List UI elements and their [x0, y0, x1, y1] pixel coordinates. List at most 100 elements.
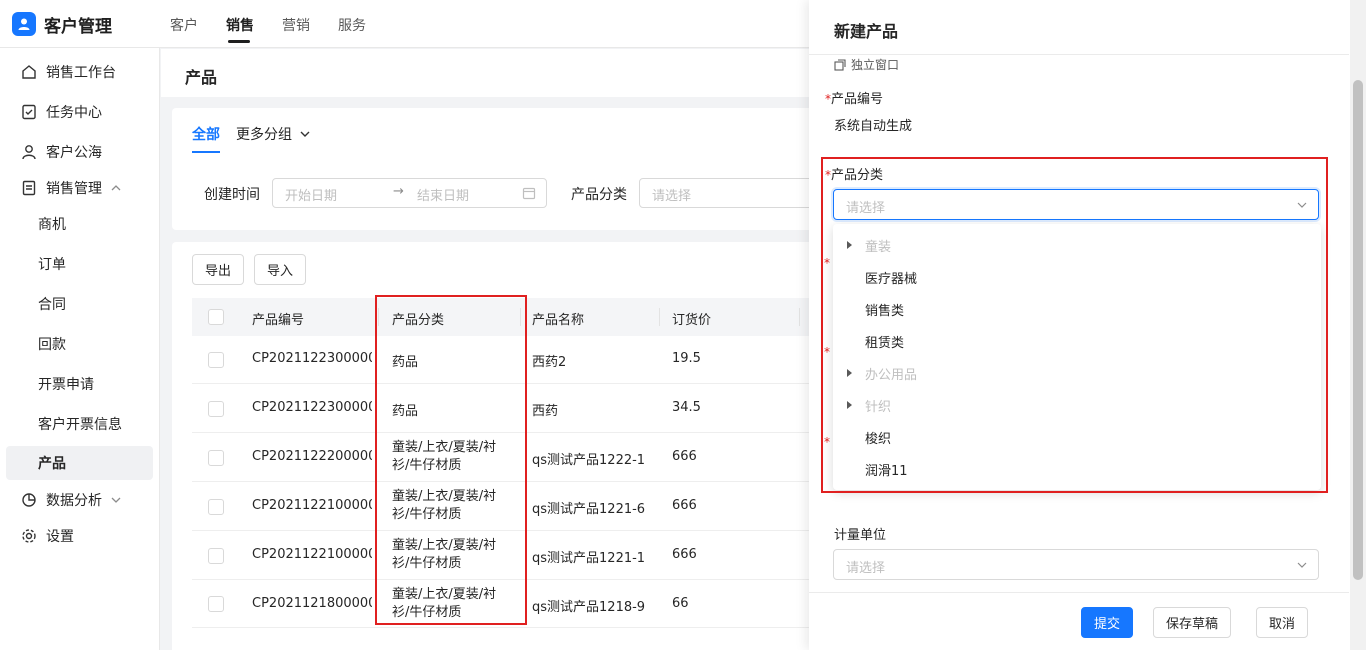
unit-select[interactable]: 请选择: [833, 549, 1319, 580]
sidebar-item-analytics[interactable]: 数据分析: [6, 483, 153, 517]
nav-tab-marketing[interactable]: 营销: [282, 15, 310, 35]
sidebar: 销售工作台 任务中心 客户公海 销售管理 商机 订单 合同 回款 开票申请 客户…: [0, 48, 160, 650]
start-date-input[interactable]: 开始日期: [285, 185, 337, 204]
product-code-label-text: 产品编号: [831, 92, 884, 107]
document-icon: [22, 180, 36, 196]
tab-more-label: 更多分组: [236, 127, 292, 143]
header-order-price[interactable]: 订货价: [672, 309, 711, 328]
product-code-label: *产品编号: [825, 88, 883, 107]
row-checkbox[interactable]: [208, 450, 224, 466]
table-header: 产品编号 产品分类 产品名称 订货价: [192, 298, 872, 336]
sidebar-item-orders[interactable]: 订单: [6, 247, 153, 281]
sidebar-item-payments[interactable]: 回款: [6, 327, 153, 361]
row-checkbox[interactable]: [208, 401, 224, 417]
cell-product-code: CP2021122100000014: [252, 547, 372, 562]
created-time-label: 创建时间: [204, 187, 260, 203]
row-checkbox[interactable]: [208, 499, 224, 515]
row-checkbox[interactable]: [208, 548, 224, 564]
sidebar-item-contracts[interactable]: 合同: [6, 287, 153, 321]
popout-window-button[interactable]: 独立窗口: [834, 56, 899, 73]
pie-chart-icon: [22, 493, 36, 507]
column-divider[interactable]: [659, 308, 660, 326]
cell-product-name[interactable]: qs测试产品1221-6: [532, 498, 652, 517]
sidebar-item-public-pool[interactable]: 客户公海: [6, 135, 153, 169]
tab-active-indicator: [192, 151, 220, 153]
column-divider[interactable]: [799, 308, 800, 326]
cell-product-name[interactable]: 西药2: [532, 351, 566, 370]
cell-product-name[interactable]: qs测试产品1221-1: [532, 547, 652, 566]
table-row[interactable]: CP2021122300000015 药品 西药2 19.5: [192, 336, 872, 384]
end-date-input[interactable]: 结束日期: [417, 185, 469, 204]
unit-placeholder: 请选择: [846, 561, 886, 576]
cell-product-name[interactable]: 西药: [532, 400, 558, 419]
product-code-value: 系统自动生成: [834, 119, 913, 134]
popout-icon: [834, 58, 846, 71]
category-filter-label: 产品分类: [571, 187, 627, 203]
table-row[interactable]: CP2021122100000014 童装/上衣/夏装/衬衫/牛仔材质 qs测试…: [192, 482, 872, 531]
row-checkbox[interactable]: [208, 352, 224, 368]
sidebar-item-label: 任务中心: [46, 105, 102, 121]
new-product-drawer: 新建产品 独立窗口 *产品编号 系统自动生成 *产品分类 请选择 * * * 童…: [809, 0, 1366, 650]
sidebar-item-label: 商机: [38, 217, 66, 233]
chevron-down-icon: [300, 131, 310, 137]
cell-product-name[interactable]: qs测试产品1218-9: [532, 596, 652, 615]
sidebar-item-settings[interactable]: 设置: [6, 519, 153, 553]
scrollbar-thumb[interactable]: [1353, 80, 1363, 580]
gear-icon: [22, 529, 36, 543]
cell-product-code: CP2021121800000014: [252, 596, 372, 611]
sidebar-item-workbench[interactable]: 销售工作台: [6, 55, 153, 89]
page-title: 产品: [185, 68, 218, 87]
cell-product-code: CP2021122300000015: [252, 351, 372, 366]
app-logo-icon: [12, 12, 36, 36]
popout-label: 独立窗口: [851, 58, 900, 72]
header-product-code[interactable]: 产品编号: [252, 309, 304, 328]
sidebar-item-label: 客户开票信息: [38, 417, 122, 433]
cancel-button[interactable]: 取消: [1256, 607, 1309, 638]
select-all-checkbox[interactable]: [208, 309, 224, 325]
sidebar-item-tasks[interactable]: 任务中心: [6, 95, 153, 129]
divider: [809, 592, 1349, 593]
table-row[interactable]: CP2021122100000014 童装/上衣/夏装/衬衫/牛仔材质 qs测试…: [192, 531, 872, 580]
sidebar-item-sales-management[interactable]: 销售管理: [6, 171, 153, 205]
table-row[interactable]: CP2021122200000015 童装/上衣/夏装/衬衫/牛仔材质 qs测试…: [192, 433, 872, 482]
row-checkbox[interactable]: [208, 596, 224, 612]
cell-order-price: 19.5: [672, 351, 701, 366]
import-button[interactable]: 导入: [254, 254, 307, 285]
sidebar-item-invoice-info[interactable]: 客户开票信息: [6, 407, 153, 441]
tab-all[interactable]: 全部: [192, 124, 220, 144]
cell-order-price: 666: [672, 449, 697, 464]
export-button[interactable]: 导出: [192, 254, 245, 285]
drawer-title: 新建产品: [834, 22, 899, 41]
cell-order-price: 66: [672, 596, 689, 611]
sidebar-item-products[interactable]: 产品: [6, 446, 153, 480]
sidebar-item-label: 数据分析: [46, 493, 102, 509]
category-filter-placeholder: 请选择: [652, 189, 692, 204]
cell-product-code: CP2021122300000015: [252, 400, 372, 415]
save-draft-button[interactable]: 保存草稿: [1153, 607, 1232, 638]
table-row[interactable]: CP2021121800000014 童装/上衣/夏装/衬衫/牛仔材质 qs测试…: [192, 580, 872, 628]
date-range-picker[interactable]: 开始日期 → 结束日期: [272, 178, 547, 208]
cell-product-name[interactable]: qs测试产品1222-1: [532, 449, 652, 468]
cell-product-code: CP2021122200000015: [252, 449, 372, 464]
sidebar-item-label: 销售工作台: [46, 65, 116, 81]
nav-tab-service[interactable]: 服务: [338, 15, 366, 35]
calendar-icon: [522, 187, 536, 200]
nav-tab-sales[interactable]: 销售: [226, 15, 254, 35]
sidebar-item-label: 订单: [38, 257, 66, 273]
chevron-down-icon: [111, 497, 121, 503]
sidebar-item-invoice-request[interactable]: 开票申请: [6, 367, 153, 401]
table-row[interactable]: CP2021122300000015 药品 西药 34.5: [192, 384, 872, 433]
app-title: 客户管理: [44, 17, 112, 37]
cell-order-price: 666: [672, 547, 697, 562]
nav-tab-customer[interactable]: 客户: [170, 15, 198, 35]
submit-button[interactable]: 提交: [1081, 607, 1134, 638]
arrow-right-icon: →: [393, 184, 404, 199]
filter-panel: 全部 更多分组 创建时间 开始日期 → 结束日期 产品分类 请选择: [172, 108, 879, 230]
sidebar-item-label: 开票申请: [38, 377, 94, 393]
tab-more-groups[interactable]: 更多分组: [236, 124, 312, 144]
sidebar-item-opportunity[interactable]: 商机: [6, 207, 153, 241]
home-icon: [22, 65, 36, 79]
header-product-name[interactable]: 产品名称: [532, 309, 584, 328]
divider: [809, 54, 1349, 55]
sidebar-item-label: 产品: [38, 456, 66, 472]
